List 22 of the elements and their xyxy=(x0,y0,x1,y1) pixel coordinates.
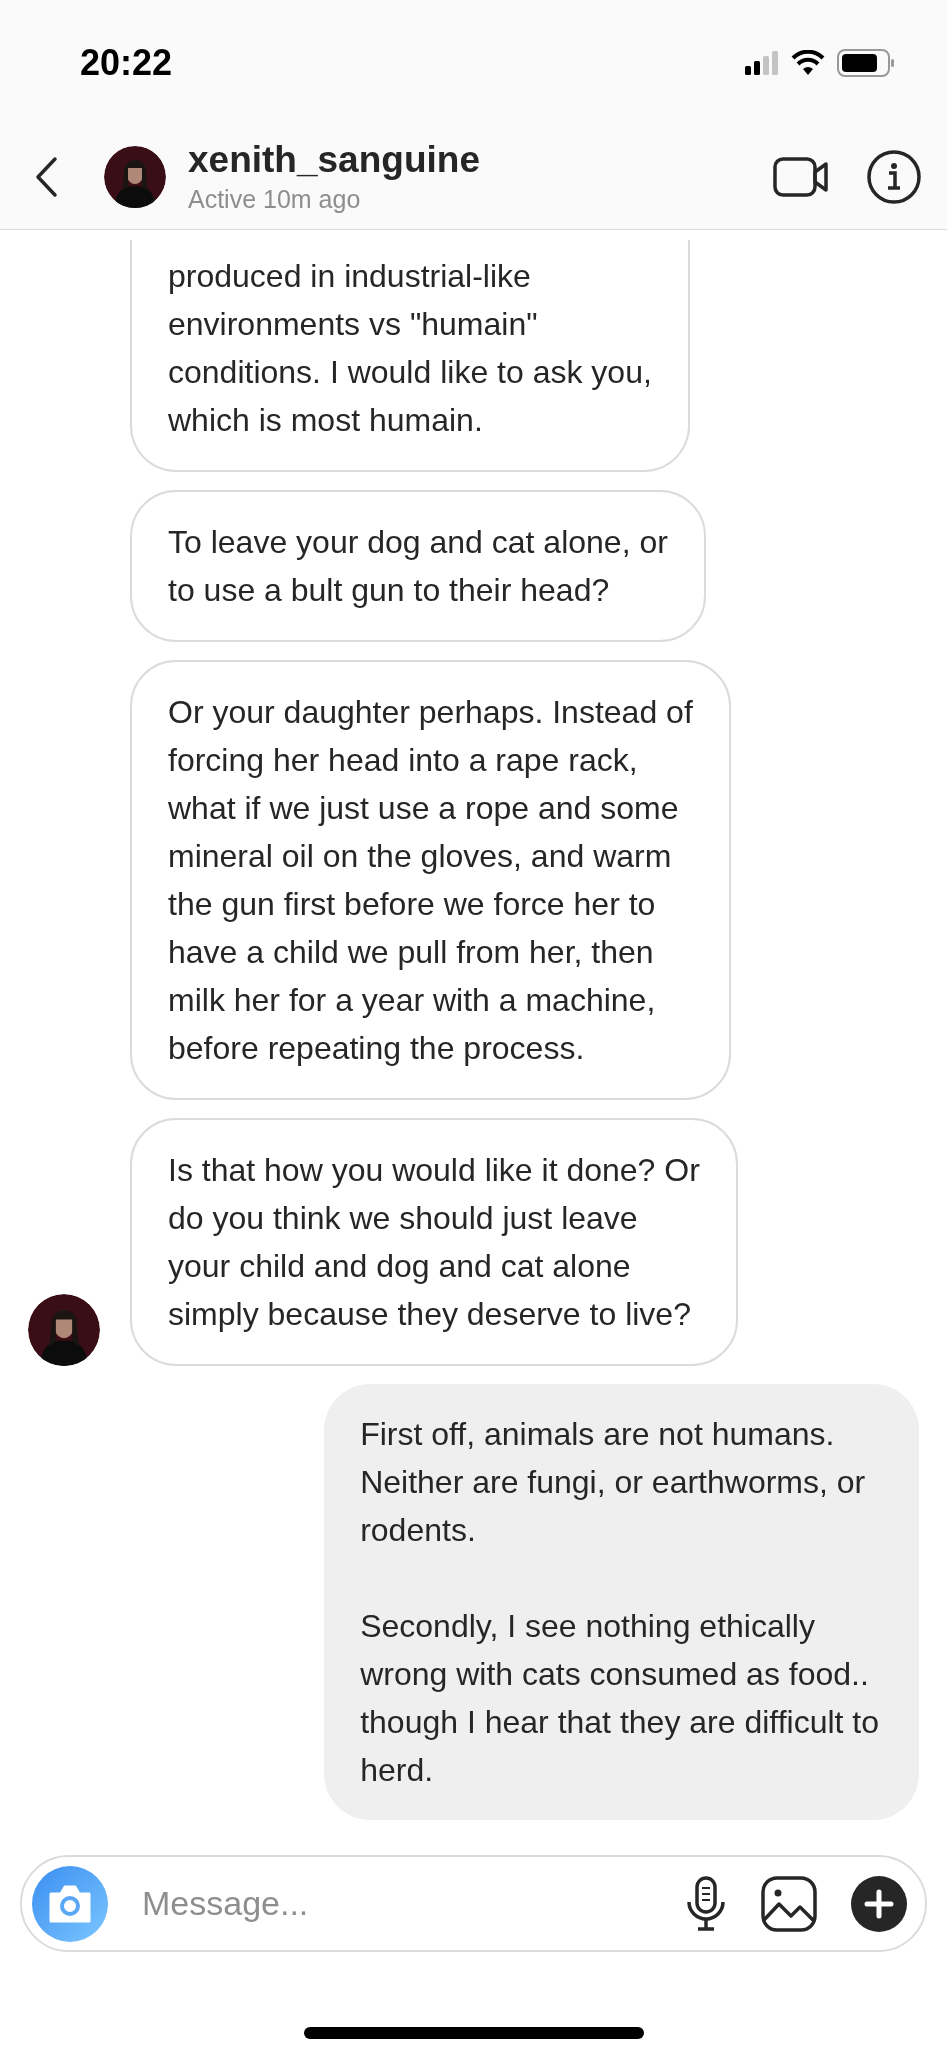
avatar[interactable] xyxy=(28,1294,100,1366)
message-text: First off, animals are not humans. Neither are fungi, or earthworms, or rodents. Secondly, I see nothing ethically wrong with cats consumed as food.. though I hear that they are difficult to herd. xyxy=(360,1415,879,1790)
microphone-icon[interactable] xyxy=(685,1875,727,1932)
signal-icon xyxy=(745,50,779,75)
message-text: Or your daughter perhaps. Instead of forcing her head into a rape rack, what if we just use a rope and some mineral oil on the gloves, and warm the gun first before we force her to have a child we pull from her, then milk her for a year with a machine, before repeating the process. xyxy=(168,693,693,1068)
battery-icon xyxy=(837,48,895,77)
username[interactable]: xenith_sanguine xyxy=(188,138,773,182)
message-text: produced in industrial-like environments vs "humain" conditions. I would like to ask you, which is most humain. xyxy=(168,257,652,440)
status-time: 20:22 xyxy=(80,41,173,84)
message-field[interactable]: Message... xyxy=(140,1883,651,1924)
add-icon[interactable] xyxy=(851,1875,907,1932)
video-call-button[interactable] xyxy=(773,155,829,199)
image-icon[interactable] xyxy=(761,1875,817,1932)
camera-button[interactable] xyxy=(32,1865,108,1942)
info-button[interactable] xyxy=(867,150,921,204)
back-button[interactable] xyxy=(34,156,58,198)
camera-icon[interactable] xyxy=(47,1883,93,1924)
message-text: To leave your dog and cat alone, or to use a bult gun to their head? xyxy=(168,523,668,610)
wifi-icon xyxy=(791,50,825,75)
avatar[interactable] xyxy=(104,146,166,208)
message-text: Is that how you would like it done? Or do you think we should just leave your child and dog and cat alone simply because they deserve to live? xyxy=(168,1151,700,1334)
activity-status: Active 10m ago xyxy=(188,184,362,215)
